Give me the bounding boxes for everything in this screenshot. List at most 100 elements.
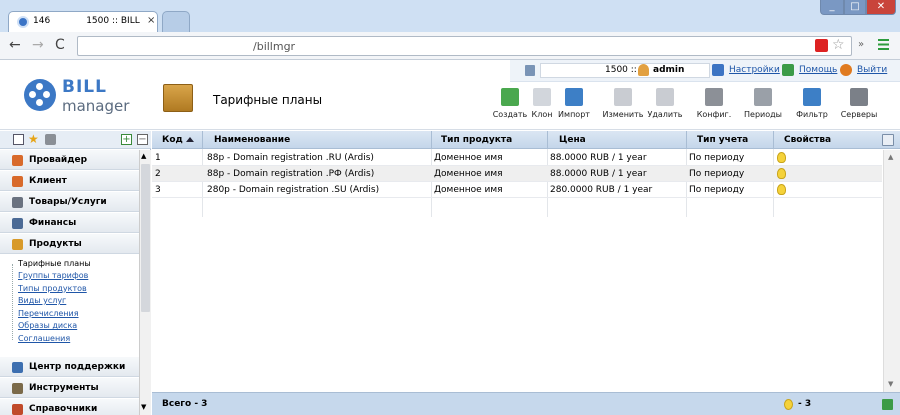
import-button[interactable]: Импорт [553, 88, 595, 124]
tools-icon [12, 383, 23, 394]
cell-code: 2 [155, 169, 161, 179]
subitem-product-types[interactable]: Типы продуктов [18, 284, 87, 293]
favorites-star-icon[interactable]: ★ [28, 133, 39, 145]
settings-icon[interactable] [712, 64, 724, 76]
sidebar-item-goods-services[interactable]: Товары/Услуги [0, 192, 139, 212]
support-headset-icon [12, 362, 23, 373]
bookmark-star-icon[interactable]: ☆ [832, 37, 845, 53]
url-text: /billmgr [253, 40, 296, 53]
home-icon[interactable] [45, 134, 56, 145]
logout-link[interactable]: Выйти [857, 65, 887, 75]
servers-icon [850, 88, 868, 106]
client-icon [12, 176, 23, 187]
menu-list-icon[interactable] [13, 134, 24, 145]
periods-button[interactable]: Периоды [742, 88, 784, 124]
more-extensions-icon[interactable]: » [858, 39, 864, 50]
create-icon [501, 88, 519, 106]
column-header-name[interactable]: Наименование [214, 135, 290, 145]
sidebar-item-references[interactable]: Справочники [0, 399, 139, 415]
column-header-price[interactable]: Цена [559, 135, 586, 145]
export-icon[interactable] [882, 399, 893, 410]
collapse-all-button[interactable]: − [137, 134, 148, 145]
cell-product-type: Доменное имя [434, 153, 503, 163]
favicon-icon [17, 16, 29, 28]
subitem-tariff-groups[interactable]: Группы тарифов [18, 271, 88, 280]
sidebar-scroll-thumb[interactable] [141, 164, 150, 312]
table-row[interactable]: 1 88p - Domain registration .RU (Ardis) … [152, 150, 882, 166]
subitem-enumerations[interactable]: Перечисления [18, 309, 79, 318]
sidebar-header: ★ + − [0, 131, 151, 149]
cell-product-type: Доменное имя [434, 169, 503, 179]
tab-title: 146 [33, 16, 51, 26]
address-bar[interactable]: /billmgr [77, 36, 852, 56]
reload-icon[interactable]: C [55, 37, 65, 53]
browser-menu-icon[interactable] [878, 39, 889, 50]
tab-close-icon[interactable]: × [147, 15, 155, 26]
settings-link[interactable]: Настройки [729, 65, 780, 75]
username: admin [653, 65, 685, 75]
sidebar-item-provider[interactable]: Провайдер [0, 150, 139, 170]
sidebar-item-client[interactable]: Клиент [0, 171, 139, 191]
subitem-disk-images[interactable]: Образы диска [18, 321, 77, 330]
expand-all-button[interactable]: + [121, 134, 132, 145]
column-header-code[interactable]: Код [162, 135, 183, 145]
logout-icon[interactable] [840, 64, 852, 76]
tariff-plans-icon [163, 84, 193, 112]
sidebar-item-tools[interactable]: Инструменты [0, 378, 139, 398]
forward-arrow-icon[interactable]: → [32, 37, 44, 53]
logo-text-manager: manager [62, 97, 130, 115]
cell-name: 280p - Domain registration .SU (Ardis) [207, 185, 380, 195]
back-arrow-icon[interactable]: ← [9, 37, 21, 53]
logo-text-bill: BILL [62, 77, 107, 97]
browser-tab-active[interactable]: 146 1500 :: BILL × [8, 11, 158, 32]
lightbulb-icon [777, 168, 786, 179]
servers-button[interactable]: Серверы [838, 88, 880, 124]
help-link[interactable]: Помощь [799, 65, 837, 75]
subitem-service-kinds[interactable]: Виды услуг [18, 296, 66, 305]
cell-name: 88p - Domain registration .RU (Ardis) [207, 153, 374, 163]
table-row[interactable]: 2 88p - Domain registration .РФ (Ardis) … [152, 166, 882, 182]
help-icon[interactable] [782, 64, 794, 76]
page-title: Тарифные планы [213, 93, 323, 107]
cell-price: 88.0000 RUB / 1 year [550, 169, 647, 179]
app-header: BILL manager Тарифные планы 1500 :: admi… [0, 60, 900, 130]
scroll-down-arrow-icon[interactable]: ▼ [141, 403, 146, 411]
sidebar-item-products[interactable]: Продукты [0, 234, 139, 254]
subitem-agreements[interactable]: Соглашения [18, 334, 70, 343]
cell-billing-type: По периоду [689, 185, 745, 195]
cell-name: 88p - Domain registration .РФ (Ardis) [207, 169, 375, 179]
import-icon [565, 88, 583, 106]
column-header-product-type[interactable]: Тип продукта [441, 135, 512, 145]
extension-icon[interactable] [815, 39, 828, 52]
sort-ascending-icon[interactable] [186, 137, 194, 142]
filter-button[interactable]: Фильтр [791, 88, 833, 124]
column-settings-icon[interactable] [882, 134, 894, 146]
sidebar-item-support-center[interactable]: Центр поддержки [0, 357, 139, 377]
user-icon [638, 64, 649, 76]
new-tab-button[interactable] [162, 11, 190, 32]
table-footer: Всего - 3 - 3 [152, 392, 900, 415]
scroll-up-arrow-icon[interactable]: ▲ [888, 153, 893, 161]
table-row[interactable]: 3 280p - Domain registration .SU (Ardis)… [152, 182, 882, 198]
scroll-up-arrow-icon[interactable]: ▲ [141, 152, 146, 160]
title-bar: 146 1500 :: BILL × _ □ ✕ [0, 0, 900, 32]
delete-button[interactable]: Удалить [644, 88, 686, 124]
products-box-icon [12, 239, 23, 250]
cell-billing-type: По периоду [689, 153, 745, 163]
column-header-billing-type[interactable]: Тип учета [697, 135, 748, 145]
subitem-tariff-plans[interactable]: Тарифные планы [18, 259, 91, 268]
edit-button[interactable]: Изменить [602, 88, 644, 124]
references-icon [12, 404, 23, 415]
column-header-properties[interactable]: Свойства [784, 135, 831, 145]
calendar-icon[interactable] [525, 65, 535, 76]
sidebar-item-finance[interactable]: Финансы [0, 213, 139, 233]
table-scrollbar[interactable]: ▲ ▼ [883, 150, 900, 392]
clone-icon [533, 88, 551, 106]
minimize-button[interactable]: _ [820, 0, 844, 15]
maximize-button[interactable]: □ [844, 0, 866, 15]
sidebar-scrollbar[interactable]: ▲ ▼ [139, 150, 151, 415]
config-button[interactable]: Конфиг. [693, 88, 735, 124]
scroll-down-arrow-icon[interactable]: ▼ [888, 380, 893, 388]
periods-clock-icon [754, 88, 772, 106]
close-window-button[interactable]: ✕ [866, 0, 896, 15]
